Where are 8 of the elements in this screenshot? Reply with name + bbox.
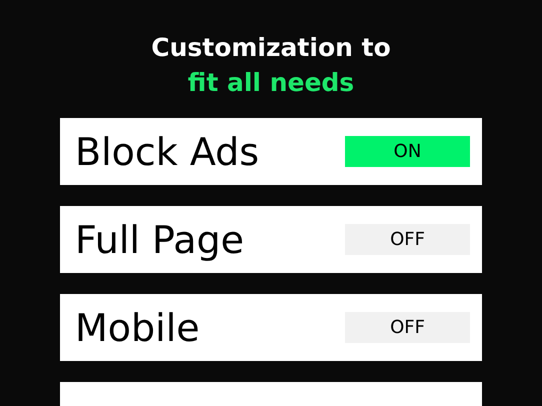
heading-line: Customization to [151, 32, 391, 64]
setting-label: Block Ads [75, 132, 260, 170]
toggle-switch[interactable]: ON [345, 136, 470, 167]
toggle-switch[interactable]: OFF [345, 312, 470, 343]
setting-label: Full Page [75, 220, 244, 258]
heading-highlight: fit all needs [188, 67, 354, 99]
setting-label: Mobile [75, 308, 200, 346]
toggle-switch[interactable]: OFF [345, 224, 470, 255]
